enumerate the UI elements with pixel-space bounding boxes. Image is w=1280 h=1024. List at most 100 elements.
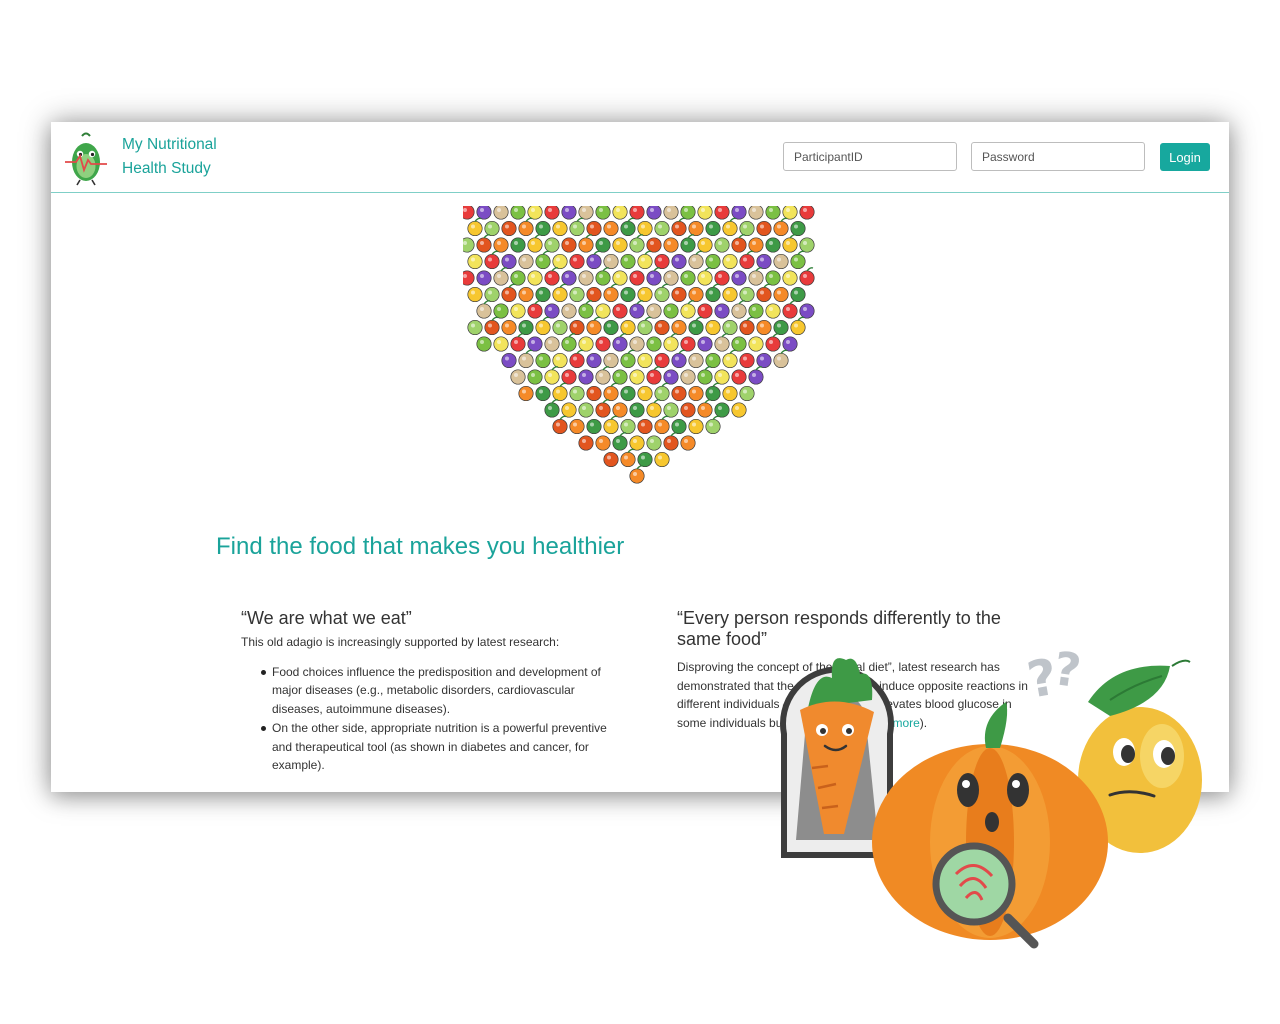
fruit-icon xyxy=(603,451,619,468)
fruit-icon xyxy=(501,319,517,336)
login-button[interactable]: Login xyxy=(1160,143,1210,171)
fruit-icon xyxy=(714,206,730,220)
fruit-icon xyxy=(620,286,636,303)
fruit-icon xyxy=(612,270,628,286)
fruit-icon xyxy=(535,286,551,303)
fruit-icon xyxy=(731,234,747,253)
fruit-icon xyxy=(603,352,619,369)
fruit-icon xyxy=(518,286,534,303)
fruit-icon xyxy=(620,448,636,468)
password-input[interactable] xyxy=(971,142,1145,171)
brand-line-2: Health Study xyxy=(122,160,211,177)
fruit-icon xyxy=(578,206,594,220)
fruit-icon xyxy=(714,333,730,352)
fruit-icon xyxy=(748,267,764,286)
fruit-icon xyxy=(782,336,798,352)
fruit-icon xyxy=(569,319,585,336)
fruit-icon xyxy=(569,385,585,402)
fruit-icon xyxy=(765,206,781,220)
fruit-icon xyxy=(518,319,534,336)
fruit-icon xyxy=(629,300,645,319)
fruit-icon xyxy=(476,300,492,319)
fruit-icon xyxy=(527,300,543,319)
brand-name[interactable]: My Nutritional Health Study xyxy=(122,133,262,181)
fruit-icon xyxy=(756,352,772,369)
fruit-icon xyxy=(527,206,543,220)
fruit-icon xyxy=(493,206,509,220)
fruit-icon xyxy=(671,418,687,435)
fruit-icon xyxy=(620,349,636,369)
fruit-icon xyxy=(493,237,509,253)
fruit-icon xyxy=(629,336,645,352)
fruit-icon xyxy=(688,352,704,369)
fruit-icon xyxy=(501,253,517,270)
fruit-icon xyxy=(765,237,781,253)
fruit-icon xyxy=(790,286,806,303)
fruit-icon xyxy=(612,206,628,220)
fruit-icon xyxy=(620,319,636,336)
fruit-icon xyxy=(714,237,730,253)
fruit-icon xyxy=(510,270,526,286)
fruit-icon xyxy=(697,206,713,220)
fruit-icon xyxy=(646,267,662,286)
fruit-icon xyxy=(697,399,713,418)
fruit-icon xyxy=(612,432,628,451)
fruit-icon xyxy=(476,206,492,220)
fruit-icon xyxy=(671,385,687,402)
fruit-icon xyxy=(595,399,611,418)
fruit-icon xyxy=(663,402,679,418)
fruit-icon xyxy=(663,369,679,385)
fruit-icon xyxy=(654,451,670,468)
fruit-icon xyxy=(714,369,730,385)
fruit-icon xyxy=(739,286,755,303)
fruit-icon xyxy=(646,435,662,451)
we-are-what-we-eat-section: “We are what we eat” This old adagio is … xyxy=(241,608,621,775)
fruit-icon xyxy=(544,267,560,286)
fruit-icon xyxy=(748,206,764,220)
fruit-icon xyxy=(518,349,534,369)
fruit-icon xyxy=(705,319,721,336)
fruit-icon xyxy=(688,286,704,303)
fruit-icon xyxy=(476,336,492,352)
fruit-icon xyxy=(552,283,568,303)
fruit-icon xyxy=(629,435,645,451)
list-item: On the other side, appropriate nutrition… xyxy=(261,719,621,775)
fruit-icon xyxy=(637,316,653,336)
fruit-icon xyxy=(782,300,798,319)
fruit-icon xyxy=(782,270,798,286)
fruit-icon xyxy=(680,270,696,286)
fruit-icon xyxy=(569,217,585,237)
fruit-icon xyxy=(654,352,670,369)
fruit-icon xyxy=(518,253,534,270)
fruit-icon xyxy=(773,319,789,336)
fruit-icon xyxy=(756,253,772,270)
fruit-icon xyxy=(756,283,772,303)
fruit-icon xyxy=(722,349,738,369)
fruit-icon xyxy=(705,220,721,237)
fruit-icon xyxy=(527,270,543,286)
fruit-icon xyxy=(629,270,645,286)
fruit-icon xyxy=(578,270,594,286)
avocado-mascot-logo[interactable] xyxy=(63,130,109,186)
participant-id-input[interactable] xyxy=(783,142,957,171)
fruit-icon xyxy=(595,237,611,253)
fruit-icon xyxy=(688,316,704,336)
fruit-icon xyxy=(595,267,611,286)
fruit-icon xyxy=(731,369,747,385)
fruit-icon xyxy=(671,217,687,237)
fruit-icon xyxy=(731,402,747,418)
question-marks-icon: ? ? xyxy=(1023,641,1084,710)
fruit-icon xyxy=(646,399,662,418)
fruit-icon xyxy=(603,253,619,270)
fruit-icon xyxy=(629,402,645,418)
fruit-icon xyxy=(510,206,526,220)
fruit-icon xyxy=(510,303,526,319)
fruit-icon xyxy=(467,217,483,237)
fruit-icon xyxy=(586,286,602,303)
fruit-icon xyxy=(765,303,781,319)
fruit-icon xyxy=(705,283,721,303)
fruit-icon xyxy=(629,206,645,220)
fruit-icon xyxy=(722,217,738,237)
fruit-icon xyxy=(467,286,483,303)
fruit-icon xyxy=(535,250,551,270)
